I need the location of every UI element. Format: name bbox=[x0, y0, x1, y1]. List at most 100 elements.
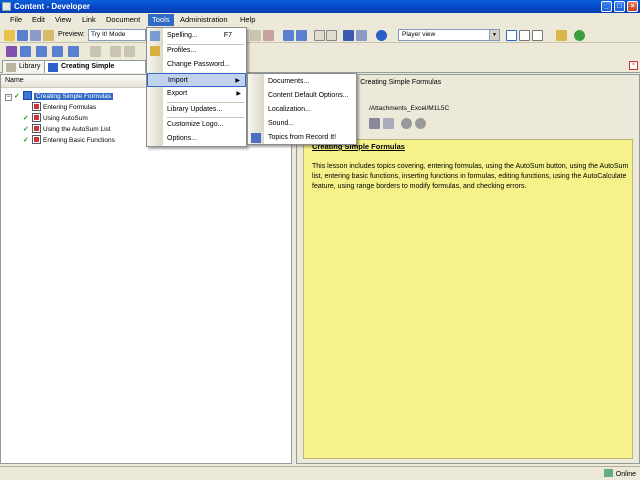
menu-customize-logo[interactable]: Customize Logo... bbox=[147, 118, 246, 132]
record-icon bbox=[251, 133, 261, 143]
filter-icon[interactable] bbox=[356, 30, 367, 41]
close-tab-icon[interactable]: × bbox=[629, 61, 638, 70]
find-icon[interactable] bbox=[343, 30, 354, 41]
undo-icon[interactable] bbox=[283, 30, 294, 41]
library-icon bbox=[6, 63, 16, 72]
chevron-right-icon: ▶ bbox=[235, 78, 240, 84]
menu-import-record-it[interactable]: Topics from Record It! bbox=[248, 131, 356, 145]
menu-import-content-defaults[interactable]: Content Default Options... bbox=[248, 89, 356, 103]
check-icon: ✓ bbox=[23, 126, 29, 133]
minimize-button[interactable]: _ bbox=[601, 1, 612, 12]
tree-item-topic[interactable]: Entering Formulas bbox=[23, 102, 96, 113]
tab-library[interactable]: Library bbox=[2, 60, 46, 73]
collapse-icon[interactable]: − bbox=[5, 94, 12, 101]
tab-library-label: Library bbox=[19, 63, 41, 70]
forward-circle-icon[interactable] bbox=[415, 118, 426, 129]
preview-label: Preview: bbox=[58, 31, 85, 38]
menu-import-sound[interactable]: Sound... bbox=[248, 117, 356, 131]
chevron-right-icon: ▶ bbox=[236, 91, 241, 97]
menu-library-updates[interactable]: Library Updates... bbox=[147, 103, 246, 117]
toolbar-main: Preview: Try It! Mode Player view ▼ bbox=[0, 27, 640, 43]
editor-header-title: Creating Simple Formulas bbox=[360, 79, 442, 86]
menu-administration[interactable]: Administration bbox=[176, 14, 232, 26]
layout-icon[interactable] bbox=[506, 30, 517, 41]
settings-icon[interactable] bbox=[369, 118, 380, 129]
status-bar: Online bbox=[0, 466, 640, 480]
menu-options[interactable]: Options... bbox=[147, 132, 246, 146]
title-bar: Content - Developer _ □ × bbox=[0, 0, 640, 13]
menu-change-password[interactable]: Change Password... bbox=[147, 58, 246, 72]
import-submenu: Documents... Content Default Options... … bbox=[247, 73, 357, 145]
status-online: Online bbox=[603, 469, 636, 478]
open-icon[interactable] bbox=[4, 30, 15, 41]
module-icon bbox=[23, 91, 32, 100]
menu-spelling[interactable]: Spelling... F7 bbox=[147, 29, 246, 43]
player-view-select[interactable]: Player view ▼ bbox=[398, 29, 500, 41]
save-icon[interactable] bbox=[17, 30, 28, 41]
document-path: /Attachments_Excel/M1L5C bbox=[369, 105, 450, 112]
menu-bar: File Edit View Link Document Tools Admin… bbox=[0, 13, 640, 27]
back-icon[interactable] bbox=[90, 46, 101, 57]
maximize-button[interactable]: □ bbox=[614, 1, 625, 12]
split-view-icon[interactable] bbox=[519, 30, 530, 41]
down-icon[interactable] bbox=[124, 46, 135, 57]
new-icon[interactable] bbox=[6, 46, 17, 57]
tree-item-topic[interactable]: ✓ Using AutoSum bbox=[23, 113, 88, 124]
check-icon: ✓ bbox=[23, 137, 29, 144]
checklist-icon[interactable] bbox=[68, 46, 79, 57]
spell-icon[interactable] bbox=[263, 30, 274, 41]
menu-import-localization[interactable]: Localization... bbox=[248, 103, 356, 117]
close-button[interactable]: × bbox=[627, 1, 638, 12]
forward-icon[interactable] bbox=[110, 46, 121, 57]
topic-icon bbox=[32, 124, 41, 133]
edit-icon[interactable] bbox=[383, 118, 394, 129]
single-view-icon[interactable] bbox=[532, 30, 543, 41]
publish-icon[interactable] bbox=[556, 30, 567, 41]
tree-item-module[interactable]: − ✓ Creating Simple Formulas bbox=[5, 91, 114, 102]
document-icon[interactable] bbox=[36, 46, 47, 57]
tree-item-topic[interactable]: ✓ Using the AutoSum List bbox=[23, 124, 111, 135]
menu-document[interactable]: Document bbox=[102, 14, 144, 26]
tab-row: Library Creating Simple Formulas × bbox=[0, 59, 640, 73]
tab-editor[interactable]: Creating Simple Formulas bbox=[44, 60, 146, 73]
expand-icon[interactable] bbox=[326, 30, 337, 41]
help-doc-icon[interactable] bbox=[52, 46, 63, 57]
profiles-icon bbox=[150, 46, 160, 56]
refresh-icon[interactable] bbox=[574, 30, 585, 41]
player-view-value: Player view bbox=[402, 31, 436, 38]
back-circle-icon[interactable] bbox=[401, 118, 412, 129]
menu-import-documents[interactable]: Documents... bbox=[248, 75, 356, 89]
window-title: Content - Developer bbox=[14, 2, 91, 11]
menu-help[interactable]: Help bbox=[236, 14, 259, 26]
menu-tools[interactable]: Tools bbox=[148, 14, 174, 26]
topic-icon bbox=[32, 135, 41, 144]
menu-view[interactable]: View bbox=[51, 14, 75, 26]
menu-edit[interactable]: Edit bbox=[28, 14, 49, 26]
properties-icon[interactable] bbox=[43, 30, 54, 41]
copy-icon[interactable] bbox=[20, 46, 31, 57]
save-all-icon[interactable] bbox=[30, 30, 41, 41]
network-icon bbox=[603, 469, 613, 477]
content-body: This lesson includes topics covering, en… bbox=[312, 163, 629, 190]
tab-editor-label: Creating Simple Formulas bbox=[61, 63, 115, 70]
check-icon: ✓ bbox=[14, 93, 20, 100]
help-icon[interactable] bbox=[376, 30, 387, 41]
menu-import[interactable]: Import ▶ bbox=[147, 73, 246, 87]
tree-item-topic[interactable]: ✓ Entering Basic Functions bbox=[23, 135, 115, 146]
menu-profiles[interactable]: Profiles... bbox=[147, 44, 246, 58]
check-icon: ✓ bbox=[23, 115, 29, 122]
menu-file[interactable]: File bbox=[6, 14, 26, 26]
chevron-down-icon[interactable]: ▼ bbox=[489, 30, 499, 40]
preview-mode-select[interactable]: Try It! Mode bbox=[88, 29, 146, 41]
topic-icon bbox=[32, 113, 41, 122]
menu-export[interactable]: Export ▶ bbox=[147, 87, 246, 101]
redo-icon[interactable] bbox=[296, 30, 307, 41]
app-icon bbox=[2, 2, 11, 11]
content-area[interactable]: Creating Simple Formulas This lesson inc… bbox=[303, 139, 633, 459]
collapse-icon[interactable] bbox=[314, 30, 325, 41]
menu-link[interactable]: Link bbox=[78, 14, 100, 26]
toolbar-secondary bbox=[0, 43, 640, 59]
module-icon bbox=[48, 63, 58, 72]
preview-icon[interactable] bbox=[250, 30, 261, 41]
tools-menu: Spelling... F7 Profiles... Change Passwo… bbox=[146, 27, 247, 147]
